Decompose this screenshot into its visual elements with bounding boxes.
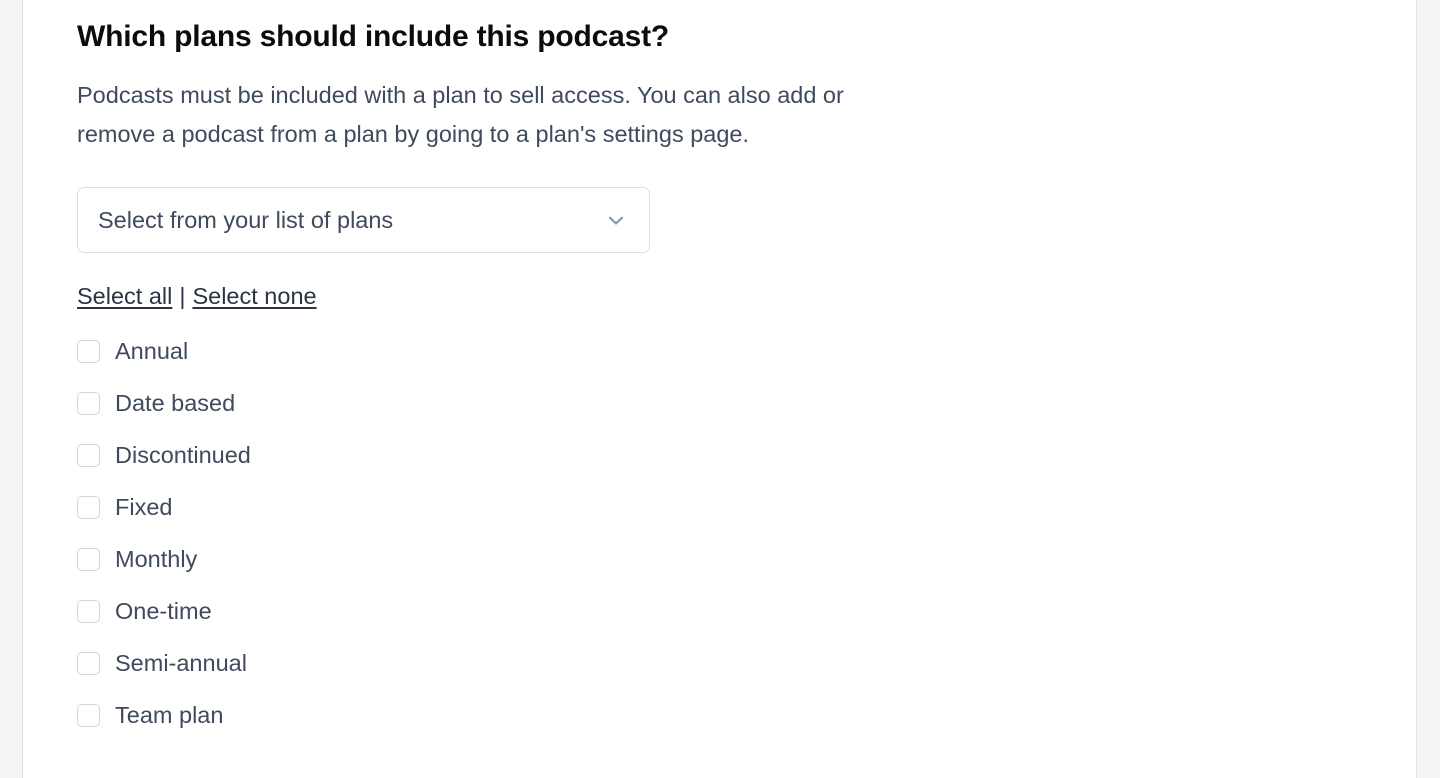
- checkbox-icon[interactable]: [77, 703, 100, 727]
- chevron-down-icon: [603, 207, 629, 233]
- list-item[interactable]: Fixed: [77, 492, 1077, 522]
- list-item[interactable]: Monthly: [77, 544, 1077, 574]
- checkbox-label: Monthly: [115, 546, 198, 572]
- checkbox-label: Date based: [115, 390, 236, 416]
- checkbox-label: Fixed: [115, 494, 173, 520]
- checkbox-icon[interactable]: [77, 599, 100, 623]
- content-panel: Which plans should include this podcast?…: [22, 0, 1417, 778]
- select-all-link[interactable]: Select all: [77, 281, 172, 311]
- plans-section: Which plans should include this podcast?…: [77, 0, 1077, 752]
- checkbox-label: Annual: [115, 338, 189, 364]
- checkbox-icon[interactable]: [77, 339, 100, 363]
- checkbox-icon[interactable]: [77, 495, 100, 519]
- section-description: Podcasts must be included with a plan to…: [77, 82, 844, 147]
- app-viewport: Which plans should include this podcast?…: [0, 0, 1440, 778]
- checkbox-icon[interactable]: [77, 391, 100, 415]
- list-item[interactable]: One-time: [77, 596, 1077, 626]
- list-item[interactable]: Date based: [77, 388, 1077, 418]
- select-none-link[interactable]: Select none: [192, 281, 316, 311]
- list-item[interactable]: Team plan: [77, 700, 1077, 730]
- list-item[interactable]: Semi-annual: [77, 648, 1077, 678]
- checkbox-label: Team plan: [115, 702, 224, 728]
- plan-select-wrapper: Select from your list of plans: [77, 187, 650, 253]
- bulk-select-links: Select all | Select none: [77, 281, 1077, 311]
- checkbox-label: Semi-annual: [115, 650, 247, 676]
- checkbox-icon[interactable]: [77, 651, 100, 675]
- page-title: Which plans should include this podcast?: [77, 20, 670, 53]
- checkbox-label: One-time: [115, 598, 212, 624]
- list-item[interactable]: Discontinued: [77, 440, 1077, 470]
- plan-checkbox-list: Annual Date based Discontinued Fixed Monthly…: [77, 336, 1077, 730]
- checkbox-icon[interactable]: [77, 443, 100, 467]
- list-item[interactable]: Annual: [77, 336, 1077, 366]
- checkbox-icon[interactable]: [77, 547, 100, 571]
- links-separator: |: [179, 283, 186, 309]
- plan-select[interactable]: Select from your list of plans: [77, 187, 650, 253]
- checkbox-label: Discontinued: [115, 442, 251, 468]
- plan-select-value: Select from your list of plans: [98, 206, 394, 233]
